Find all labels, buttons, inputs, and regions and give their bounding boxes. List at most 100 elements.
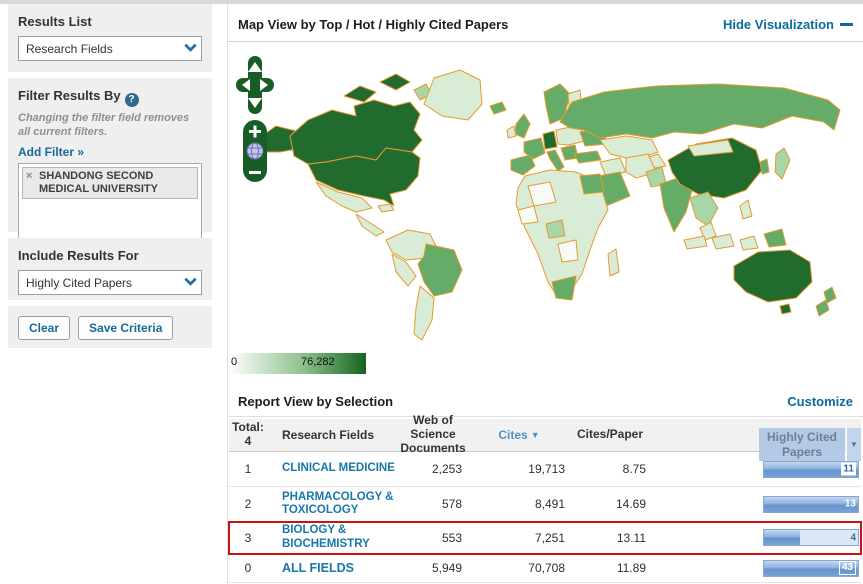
highly-cited-value: 4 bbox=[850, 532, 856, 543]
results-list-select[interactable]: Research Fields bbox=[18, 36, 202, 61]
table-row: 0 ALL FIELDS 5,949 70,708 11.89 43 bbox=[229, 554, 861, 583]
results-list-selected-value: Research Fields bbox=[26, 41, 113, 56]
hide-visualization-label: Hide Visualization bbox=[722, 17, 834, 32]
country-new-zealand bbox=[815, 299, 830, 317]
pan-compass-icon bbox=[236, 56, 274, 114]
legend-min-value: 0 bbox=[231, 356, 238, 368]
highly-cited-value: 13 bbox=[844, 498, 856, 510]
include-results-select[interactable]: Highly Cited Papers bbox=[18, 270, 202, 295]
cites-value: 19,713 bbox=[528, 462, 565, 476]
filter-heading-label: Filter Results By bbox=[18, 88, 121, 103]
map-view-title: Map View by Top / Hot / Highly Cited Pap… bbox=[238, 17, 509, 32]
sort-arrow-icon: ▼ bbox=[530, 430, 540, 440]
filter-section: Filter Results By? Changing the filter f… bbox=[8, 78, 212, 239]
country-brazil bbox=[417, 243, 463, 297]
hide-visualization-link[interactable]: Hide Visualization bbox=[723, 17, 853, 32]
results-list-heading: Results List bbox=[18, 14, 92, 29]
map-region: 0 76,282 bbox=[228, 42, 863, 386]
field-link[interactable]: PHARMACOLOGY & TOXICOLOGY bbox=[282, 491, 397, 517]
cites-per-paper-value: 14.69 bbox=[615, 497, 646, 511]
filter-heading: Filter Results By? bbox=[8, 78, 212, 107]
criteria-buttons-section: Clear Save Criteria bbox=[8, 306, 212, 348]
esi-app: Results List Research Fields Filter Resu… bbox=[0, 0, 863, 584]
filter-listbox: × SHANDONG SECOND MEDICAL UNIVERSITY bbox=[18, 162, 202, 239]
highly-cited-bar: 43 bbox=[763, 559, 859, 577]
minus-icon bbox=[840, 23, 853, 26]
cites-value: 8,491 bbox=[534, 497, 565, 511]
highly-cited-value: 11 bbox=[841, 462, 856, 476]
customize-link[interactable]: Customize bbox=[787, 394, 853, 409]
filter-chip[interactable]: × SHANDONG SECOND MEDICAL UNIVERSITY bbox=[22, 166, 198, 199]
country-indonesia bbox=[683, 235, 708, 250]
highly-cited-bar: 13 bbox=[763, 495, 859, 513]
highly-cited-bar: 11 bbox=[763, 460, 859, 478]
report-header: Report View by Selection Customize bbox=[228, 386, 863, 417]
country-korea bbox=[759, 158, 770, 175]
cites-per-paper-value: 8.75 bbox=[622, 462, 646, 476]
table-header-row: Total: 4 Research Fields Web of Science … bbox=[229, 413, 861, 461]
highly-cited-bar: 4 bbox=[763, 529, 859, 546]
clear-button[interactable]: Clear bbox=[18, 316, 71, 340]
field-link[interactable]: CLINICAL MEDICINE bbox=[282, 462, 395, 475]
country-arctic-island bbox=[379, 73, 411, 91]
cites-per-paper-value: 13.11 bbox=[616, 530, 646, 545]
include-results-selected-value: Highly Cited Papers bbox=[26, 275, 133, 290]
chevron-down-icon: ▼ bbox=[850, 440, 858, 449]
country-central-america bbox=[355, 213, 385, 237]
row-rank: 2 bbox=[244, 497, 252, 511]
remove-filter-icon[interactable]: × bbox=[26, 170, 39, 196]
country-turkey bbox=[573, 150, 602, 164]
zoom-in-icon bbox=[253, 125, 257, 138]
column-header-cites[interactable]: Cites ▼ bbox=[469, 428, 569, 442]
zoom-pill bbox=[243, 120, 267, 182]
country-argentina bbox=[413, 285, 435, 341]
country-russia bbox=[559, 83, 841, 139]
field-link[interactable]: ALL FIELDS bbox=[282, 561, 354, 575]
report-table: Total: 4 Research Fields Web of Science … bbox=[228, 413, 862, 583]
country-cuba bbox=[377, 203, 395, 213]
country-arctic-island bbox=[343, 85, 377, 103]
country-japan bbox=[774, 147, 791, 180]
documents-value: 5,949 bbox=[431, 561, 462, 575]
column-header-research-fields: Research Fields bbox=[282, 428, 375, 442]
chevron-down-icon bbox=[179, 271, 201, 294]
include-results-heading: Include Results For bbox=[18, 248, 139, 263]
field-link[interactable]: BIOLOGY & BIOCHEMISTRY bbox=[282, 524, 397, 550]
zoom-out-icon bbox=[249, 171, 261, 174]
table-row: 1 CLINICAL MEDICINE 2,253 19,713 8.75 11 bbox=[229, 452, 861, 487]
country-papua-new-guinea bbox=[763, 228, 787, 248]
cites-value: 7,251 bbox=[534, 530, 565, 545]
globe-icon bbox=[246, 142, 264, 160]
country-drc bbox=[557, 239, 579, 263]
country-italy bbox=[546, 149, 565, 172]
save-criteria-button[interactable]: Save Criteria bbox=[78, 316, 174, 340]
legend-max-value: 76,282 bbox=[301, 356, 335, 368]
country-madagascar bbox=[607, 248, 620, 277]
include-results-section: Include Results For Highly Cited Papers bbox=[8, 238, 212, 300]
highly-cited-value: 43 bbox=[838, 561, 856, 575]
country-egypt bbox=[579, 173, 605, 195]
chevron-down-icon bbox=[179, 37, 201, 60]
documents-value: 2,253 bbox=[431, 462, 462, 476]
world-map[interactable] bbox=[228, 48, 863, 358]
filter-chip-label: SHANDONG SECOND MEDICAL UNIVERSITY bbox=[39, 169, 158, 195]
table-row: 2 PHARMACOLOGY & TOXICOLOGY 578 8,491 14… bbox=[229, 487, 861, 522]
filter-note: Changing the filter field removes all cu… bbox=[18, 112, 190, 138]
map-controls[interactable] bbox=[234, 54, 278, 186]
country-uk bbox=[514, 113, 531, 139]
cites-sort-link[interactable]: Cites bbox=[498, 428, 527, 442]
help-icon[interactable]: ? bbox=[124, 93, 139, 107]
country-iceland bbox=[489, 101, 507, 115]
results-list-section: Results List Research Fields bbox=[8, 4, 212, 72]
country-germany bbox=[542, 130, 558, 150]
cites-per-paper-value: 11.89 bbox=[616, 561, 646, 575]
report-view-title: Report View by Selection bbox=[238, 394, 394, 409]
add-filter-link[interactable]: Add Filter » bbox=[8, 140, 212, 161]
row-rank: 3 bbox=[244, 530, 252, 545]
country-indochina bbox=[689, 191, 719, 227]
row-rank: 1 bbox=[244, 462, 252, 476]
country-philippines bbox=[739, 199, 753, 220]
total-label: Total: bbox=[232, 420, 264, 435]
row-rank: 0 bbox=[244, 561, 252, 575]
documents-value: 553 bbox=[441, 530, 462, 545]
